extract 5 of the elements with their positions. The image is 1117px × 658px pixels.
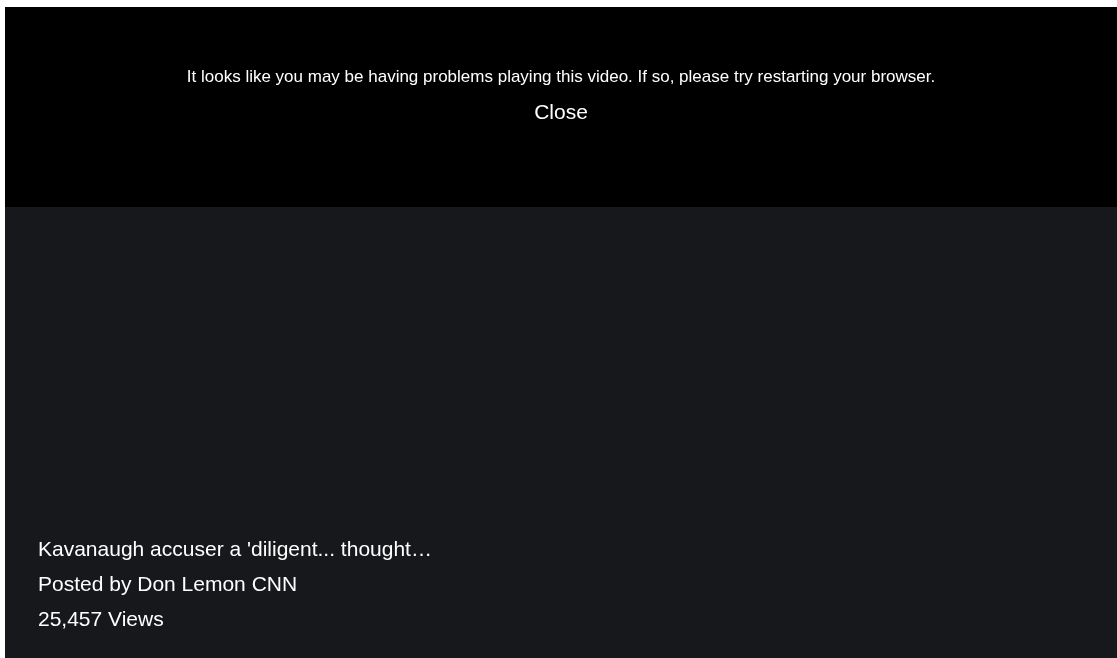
video-author: Posted by Don Lemon CNN	[38, 571, 299, 597]
close-button[interactable]: Close	[534, 98, 588, 126]
view-count: 25,457 Views	[38, 606, 165, 632]
video-title: Kavanaugh accuser a 'diligent... thought…	[38, 536, 433, 562]
error-message: It looks like you may be having problems playing this video. If so, please try restarting your browser.	[185, 66, 937, 88]
